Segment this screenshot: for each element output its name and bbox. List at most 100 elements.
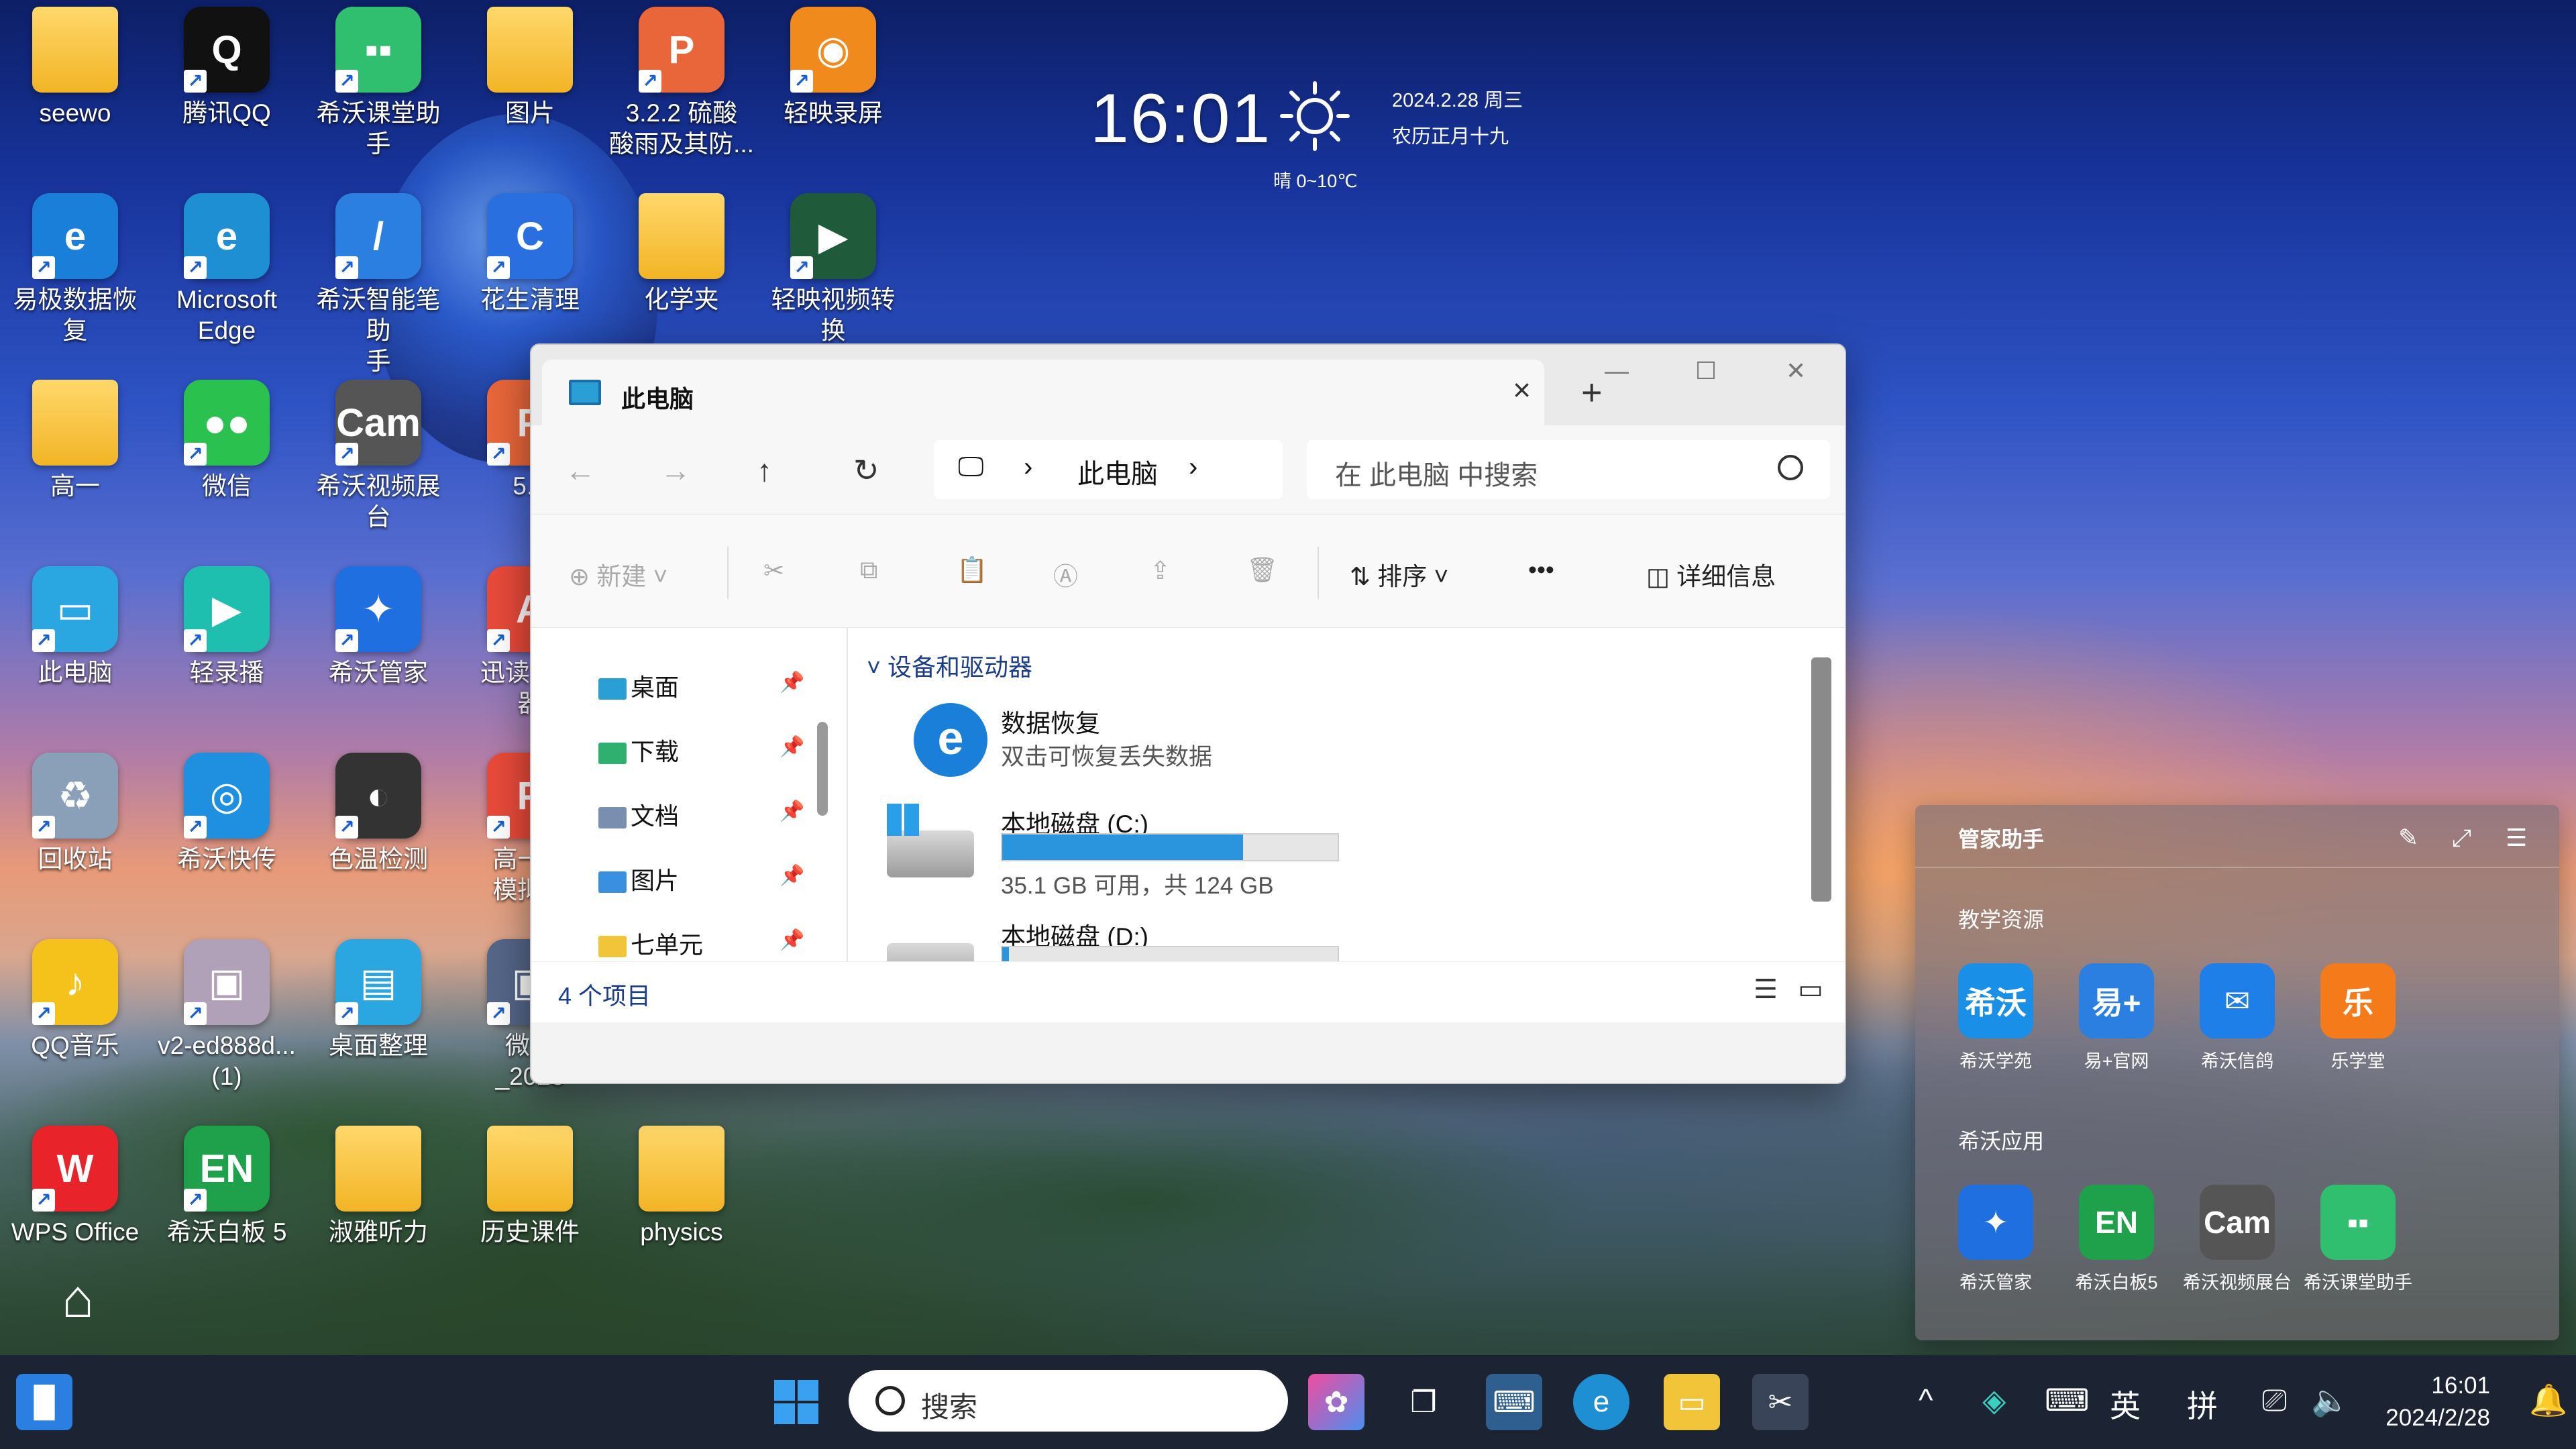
new-tab-button[interactable]: + [1581, 372, 1603, 413]
task-view-icon[interactable]: ❐ [1395, 1374, 1452, 1430]
desktop-icon[interactable]: e ↗ Microsoft Edge [153, 193, 301, 346]
paste-icon[interactable]: 📋 [957, 556, 987, 585]
close-tab-icon[interactable]: × [1513, 372, 1531, 408]
copilot-icon[interactable]: ✿ [1308, 1374, 1364, 1430]
copy-icon[interactable]: ⧉ [860, 556, 877, 585]
resize-icon[interactable]: ⤢ [2452, 824, 2471, 853]
snipping-tool-icon[interactable]: ✂ [1752, 1374, 1809, 1430]
desktop-icon[interactable]: 图片 [456, 7, 604, 129]
desktop-icon[interactable]: 化学夹 [608, 193, 755, 315]
desktop-icon[interactable]: 高一 [1, 380, 149, 502]
desktop-icon[interactable]: P ↗ 3.2.2 硫酸 酸雨及其防... [608, 7, 755, 160]
up-arrow-icon[interactable]: ↑ [757, 452, 772, 488]
desktop-icon[interactable]: Q ↗ 腾讯QQ [153, 7, 301, 129]
desktop-icon[interactable]: ♪ ↗ QQ音乐 [1, 939, 149, 1061]
desktop-icon[interactable]: ◐ ↗ 色温检测 [305, 753, 452, 875]
sidebar-item[interactable]: 图片 [598, 861, 679, 896]
sidebar-item[interactable]: 桌面 [598, 668, 679, 703]
more-options-icon[interactable]: ••• [1528, 556, 1554, 584]
ime-mode[interactable]: 拼 [2187, 1382, 2218, 1426]
chevron-right-icon[interactable]: › [1189, 452, 1197, 482]
search-input[interactable]: 在 此电脑 中搜索 [1307, 440, 1830, 499]
desktop-icon[interactable]: ♻ ↗ 回收站 [1, 753, 149, 875]
desktop-icon[interactable]: ◎ ↗ 希沃快传 [153, 753, 301, 875]
rename-icon[interactable]: Ⓐ [1053, 556, 1078, 592]
taskbar-search[interactable]: 搜索 [849, 1370, 1288, 1432]
notification-icon[interactable]: 🔔 [2529, 1382, 2567, 1419]
cut-icon[interactable]: ✂ [763, 556, 784, 585]
content-scrollbar[interactable] [1811, 657, 1831, 902]
menu-icon[interactable]: ☰ [2506, 824, 2527, 852]
desktop-icon[interactable]: 淑雅听力 [305, 1126, 452, 1248]
pin-icon[interactable]: 📌 [780, 800, 804, 823]
panel-app[interactable]: EN 希沃白板5 [2056, 1185, 2177, 1294]
section-devices-drives[interactable]: ˅ 设备和驱动器 [867, 648, 1032, 683]
panel-app[interactable]: ✦ 希沃管家 [1935, 1185, 2056, 1294]
taskbar-clock[interactable]: 16:01 2024/2/28 [2385, 1370, 2490, 1434]
close-window-icon[interactable]: ✕ [1786, 357, 1806, 385]
desktop-icon[interactable]: ▣ ↗ v2-ed888d... (1) [153, 939, 301, 1092]
share-icon[interactable]: ⇪ [1150, 556, 1171, 585]
desktop-icon[interactable]: ◉ ↗ 轻映录屏 [759, 7, 907, 129]
sidebar-item[interactable]: 七单元 [598, 926, 703, 961]
network-icon[interactable]: ⎚ [2262, 1382, 2287, 1419]
desktop-icon[interactable]: ▪▪ ↗ 希沃课堂助手 [305, 7, 452, 160]
ime-language[interactable]: 英 [2110, 1382, 2141, 1426]
new-button[interactable]: ⊕ 新建 ˅ [569, 556, 667, 592]
wps-icon: W ↗ [32, 1126, 118, 1212]
panel-app[interactable]: Cam 希沃视频展台 [2177, 1185, 2298, 1294]
desktop-icon[interactable]: Cam ↗ 希沃视频展台 [305, 380, 452, 533]
panel-app[interactable]: ▪▪ 希沃课堂助手 [2298, 1185, 2418, 1294]
pin-icon[interactable]: 📌 [780, 735, 804, 759]
desktop-icon[interactable]: ▤ ↗ 桌面整理 [305, 939, 452, 1061]
keyboard-icon[interactable]: ⌨ [2045, 1382, 2089, 1418]
maximize-icon[interactable]: ☐ [1695, 357, 1717, 385]
desktop-icon[interactable]: C ↗ 花生清理 [456, 193, 604, 315]
volume-icon[interactable]: 🔈 [2311, 1382, 2349, 1419]
windows-logo-icon [774, 1380, 818, 1424]
details-button[interactable]: ◫ 详细信息 [1646, 556, 1776, 592]
desktop-icon[interactable]: ▶ ↗ 轻录播 [153, 566, 301, 688]
minimize-icon[interactable]: — [1605, 357, 1629, 385]
pin-icon[interactable]: 📌 [780, 928, 804, 952]
back-arrow-icon[interactable]: ← [565, 452, 596, 488]
widgets-icon[interactable]: ▐▌ [16, 1374, 72, 1430]
pin-icon[interactable]: 📌 [780, 864, 804, 888]
desktop-icon[interactable]: / ↗ 希沃智能笔助 手 [305, 193, 452, 377]
sidebar-scrollbar[interactable] [817, 722, 828, 816]
panel-app[interactable]: 希沃 希沃学苑 [1935, 963, 2056, 1073]
desktop-icon[interactable]: e ↗ 易极数据恢复 [1, 193, 149, 346]
start-icon[interactable] [768, 1374, 824, 1430]
panel-app[interactable]: ✉ 希沃信鸽 [2177, 963, 2298, 1073]
sidebar-item[interactable]: 下载 [598, 733, 679, 767]
sort-button[interactable]: ⇅ 排序 ˅ [1350, 556, 1448, 592]
desktop-icon[interactable]: 历史课件 [456, 1126, 604, 1248]
panel-app[interactable]: 乐乐学堂 [2298, 963, 2418, 1073]
edge-icon[interactable]: e [1573, 1374, 1629, 1430]
breadcrumb[interactable]: 🖵 › 此电脑 › [934, 440, 1283, 499]
breadcrumb-this-pc[interactable]: 此电脑 [1077, 452, 1158, 491]
edit-icon[interactable]: ✎ [2398, 824, 2418, 852]
desktop-icon[interactable]: ✦ ↗ 希沃管家 [305, 566, 452, 688]
show-hidden-icons[interactable]: ^ [1919, 1382, 1933, 1418]
seewo-tray-icon[interactable]: ◈ [1982, 1382, 2006, 1418]
file-explorer-icon[interactable]: ▭ [1664, 1374, 1720, 1430]
home-icon[interactable]: ⌂ [62, 1268, 94, 1330]
pin-icon[interactable]: 📌 [780, 671, 804, 694]
desktop-icon[interactable]: EN ↗ 希沃白板 5 [153, 1126, 301, 1248]
list-view-icon[interactable]: ☰ [1754, 974, 1778, 1005]
shortcut-arrow-icon: ↗ [184, 1189, 207, 1212]
desktop-icon[interactable]: ●● ↗ 微信 [153, 380, 301, 502]
sidebar-item[interactable]: 文档 [598, 797, 679, 832]
keyboard-app-icon[interactable]: ⌨ [1486, 1374, 1542, 1430]
forward-arrow-icon[interactable]: → [660, 452, 691, 488]
delete-icon[interactable]: 🗑 [1246, 556, 1278, 585]
panel-app[interactable]: 易+ 易+官网 [2056, 963, 2177, 1073]
desktop-icon[interactable]: ▭ ↗ 此电脑 [1, 566, 149, 688]
desktop-icon[interactable]: W ↗ WPS Office [1, 1126, 149, 1248]
desktop-icon[interactable]: seewo [1, 7, 149, 129]
refresh-icon[interactable]: ↻ [853, 452, 879, 488]
tile-view-icon[interactable]: ▭ [1798, 974, 1823, 1005]
desktop-icon[interactable]: physics [608, 1126, 755, 1248]
tab-this-pc[interactable]: 此电脑 × [542, 360, 1544, 425]
